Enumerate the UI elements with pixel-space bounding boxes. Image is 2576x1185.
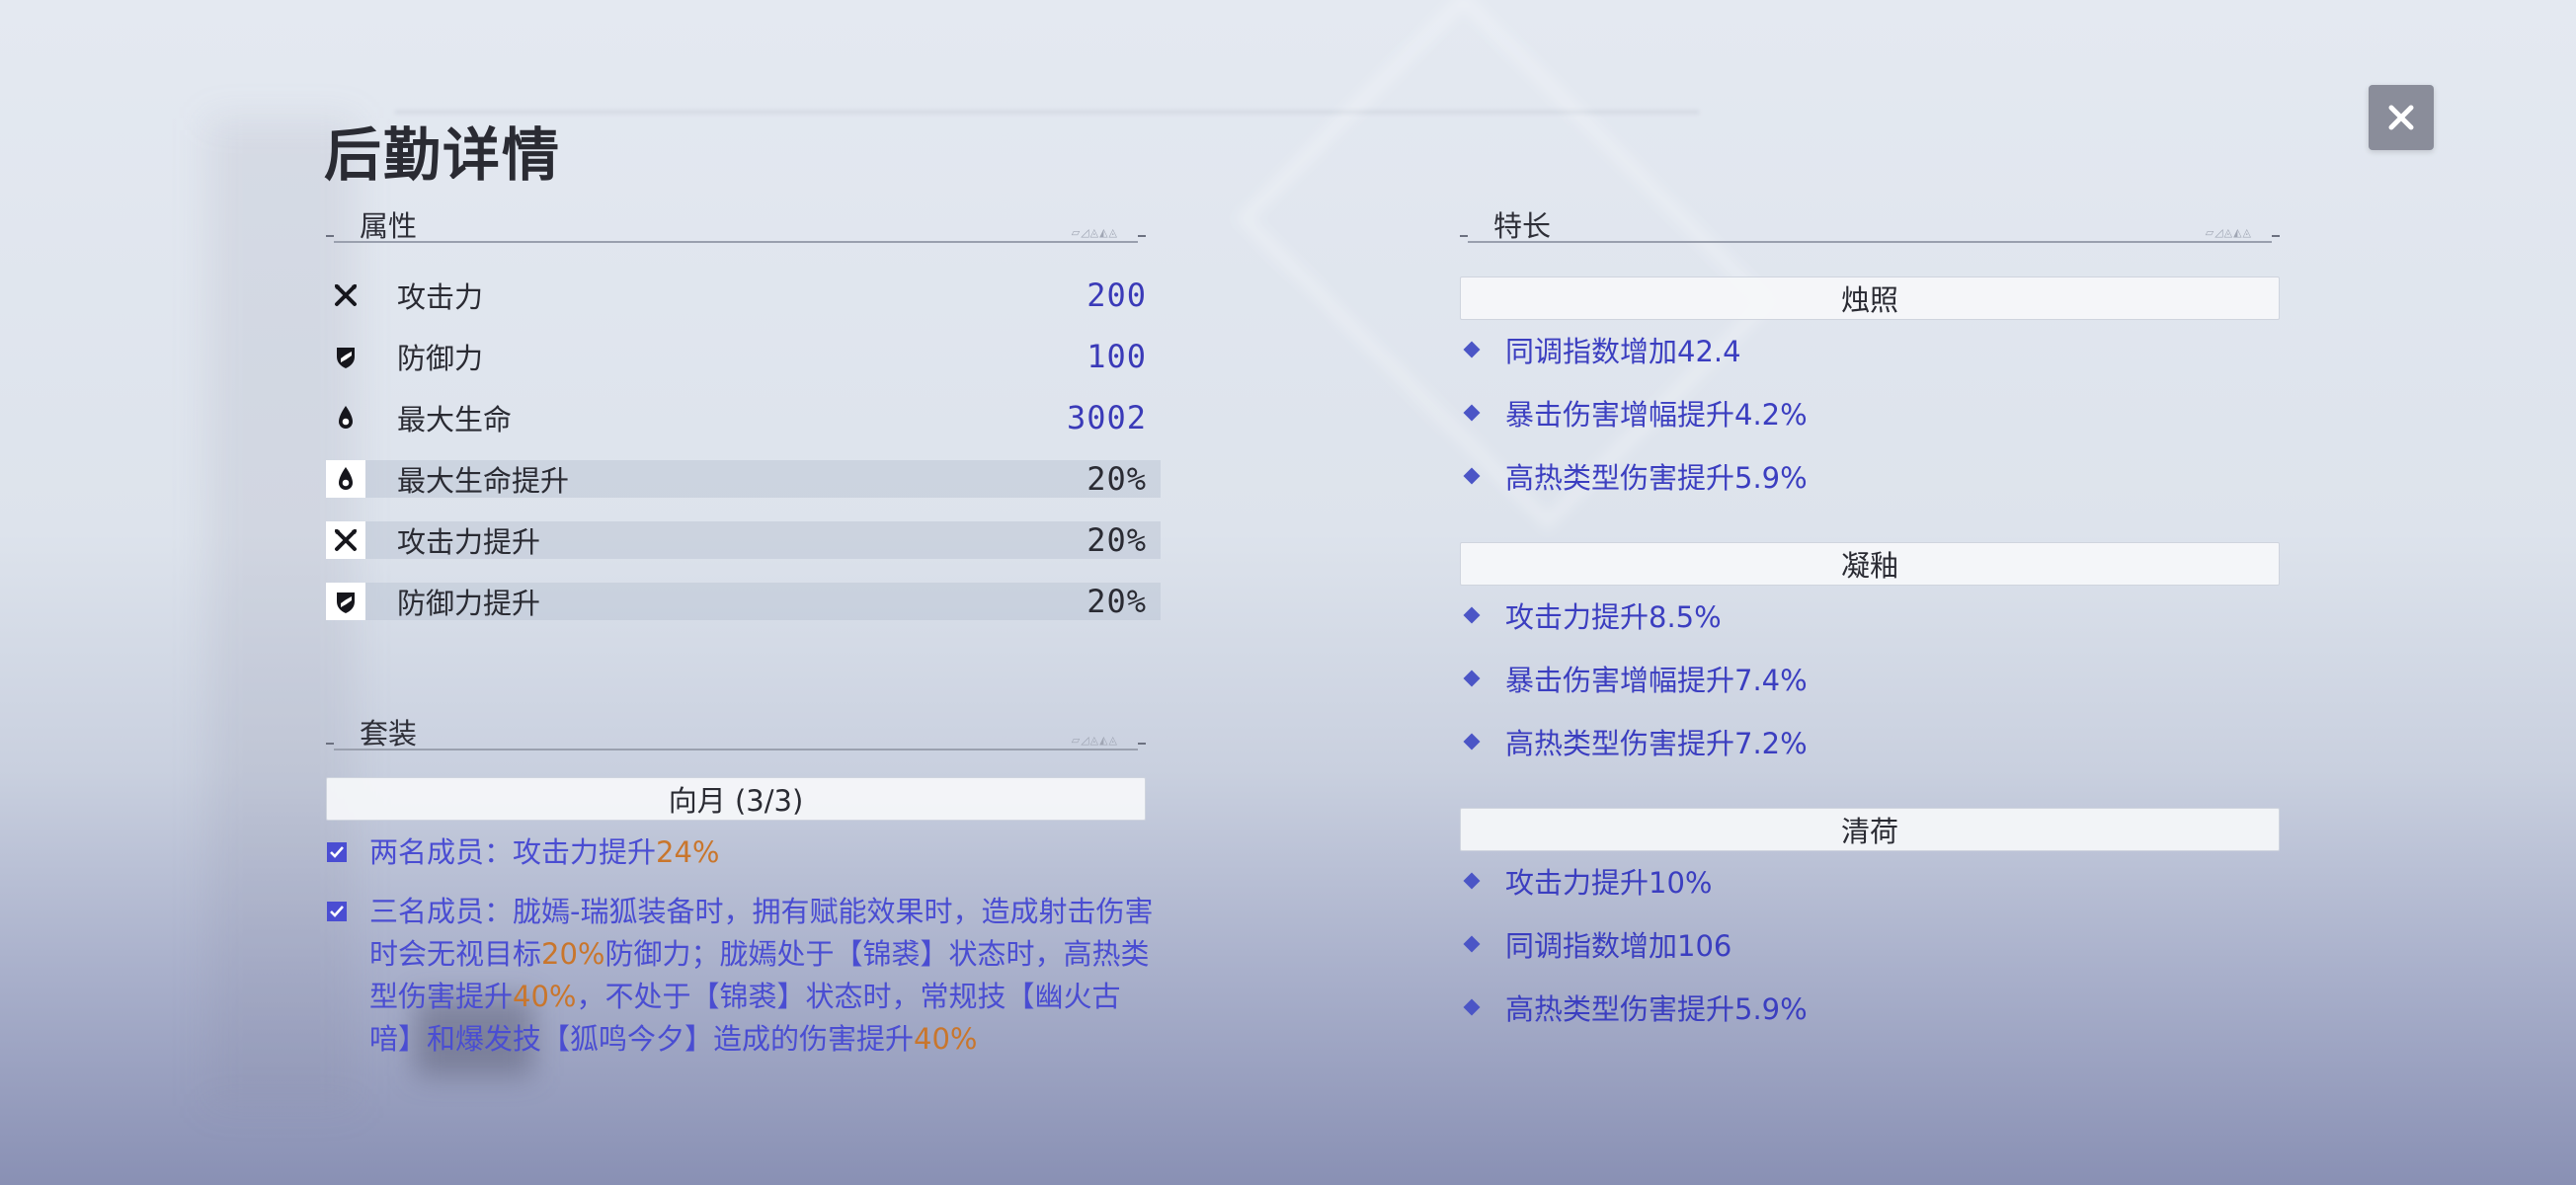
attribute-row: 防御力 100 (326, 338, 1161, 375)
attributes-section-header: 属性 ▱◿◬◭◬ (326, 203, 1146, 243)
diamond-bullet-icon (1463, 606, 1481, 624)
specialty-group-header: 凝釉 (1460, 542, 2280, 586)
section-title: 特长 (1493, 209, 1552, 243)
specialty-text: 同调指数增加106 (1505, 929, 1732, 963)
background-decoration (395, 111, 1699, 114)
specialty-group-header: 清荷 (1460, 808, 2280, 851)
attribute-name: 攻击力 (397, 280, 484, 314)
specialty-item: 高热类型伤害提升5.9% (1462, 456, 1808, 496)
header-ornament: ▱◿◬◭◬ (1071, 226, 1118, 239)
diamond-bullet-icon (1463, 341, 1481, 358)
specialty-text: 攻击力提升8.5% (1505, 600, 1722, 634)
specialty-text: 攻击力提升10% (1505, 866, 1713, 900)
attribute-value: 100 (1087, 338, 1147, 375)
specialty-item: 攻击力提升8.5% (1462, 595, 1722, 635)
attribute-name: 攻击力提升 (397, 525, 541, 559)
specialty-item: 高热类型伤害提升5.9% (1462, 988, 1808, 1027)
specialty-group-header: 烛照 (1460, 276, 2280, 320)
specialty-text: 高热类型伤害提升5.9% (1505, 461, 1808, 495)
specialty-item: 暴击伤害增幅提升7.4% (1462, 659, 1808, 698)
attribute-value: 20% (1087, 583, 1147, 620)
specialty-item: 攻击力提升10% (1462, 861, 1712, 901)
close-icon (2388, 105, 2414, 130)
set-bonus-item: 三名成员：胧嫣-瑞狐装备时，拥有赋能效果时，造成射击伤害时会无视目标20%防御力… (326, 891, 1156, 1061)
specialty-item: 同调指数增加106 (1462, 924, 1731, 964)
diamond-bullet-icon (1463, 733, 1481, 750)
attribute-name: 最大生命 (397, 403, 513, 436)
highlight-value: 40% (914, 1022, 978, 1056)
highlight-value: 24% (656, 835, 720, 869)
attribute-name: 最大生命提升 (397, 464, 570, 498)
specialty-item: 暴击伤害增幅提升4.2% (1462, 393, 1808, 433)
specialty-text: 高热类型伤害提升7.2% (1505, 727, 1808, 760)
set-bonus-text: 三名成员：胧嫣-瑞狐装备时，拥有赋能效果时，造成射击伤害时会无视目标20%防御力… (369, 891, 1156, 1061)
specialty-text: 暴击伤害增幅提升7.4% (1505, 664, 1808, 697)
page-title: 后勤详情 (324, 121, 562, 189)
attribute-value: 20% (1087, 460, 1147, 498)
shield-icon (326, 583, 365, 620)
attribute-row: 防御力提升 20% (326, 583, 1161, 620)
attribute-value: 200 (1087, 276, 1147, 314)
check-icon (326, 901, 348, 922)
specialty-text: 高热类型伤害提升5.9% (1505, 992, 1808, 1026)
diamond-bullet-icon (1463, 998, 1481, 1016)
section-title: 套装 (360, 717, 418, 750)
attribute-name: 防御力 (397, 342, 484, 375)
header-ornament: ▱◿◬◭◬ (1071, 734, 1118, 747)
specialty-text: 暴击伤害增幅提升4.2% (1505, 398, 1808, 432)
check-icon (326, 841, 348, 863)
attribute-row: 攻击力 200 (326, 276, 1161, 314)
section-title: 属性 (360, 209, 418, 243)
set-bonus-item: 两名成员：攻击力提升24% (326, 831, 1156, 874)
set-section-header: 套装 ▱◿◬◭◬ (326, 711, 1146, 750)
close-button[interactable] (2369, 85, 2434, 150)
diamond-bullet-icon (1463, 467, 1481, 485)
set-name-bar: 向月 (3/3) (326, 777, 1146, 821)
specialties-section-header: 特长 ▱◿◬◭◬ (1460, 203, 2280, 243)
crossed-swords-icon (326, 276, 365, 314)
set-bonus-text: 两名成员：攻击力提升24% (369, 831, 719, 874)
header-ornament: ▱◿◬◭◬ (2205, 226, 2252, 239)
specialty-text: 同调指数增加42.4 (1505, 335, 1741, 368)
blood-drop-icon (326, 399, 365, 436)
attribute-row: 最大生命提升 20% (326, 460, 1161, 498)
specialty-item: 高热类型伤害提升7.2% (1462, 722, 1808, 761)
attribute-name: 防御力提升 (397, 587, 541, 620)
attribute-row: 最大生命 3002 (326, 399, 1161, 436)
blood-drop-icon (326, 460, 365, 498)
diamond-bullet-icon (1463, 935, 1481, 953)
highlight-value: 40% (513, 980, 577, 1013)
attribute-value: 20% (1087, 521, 1147, 559)
set-bonus-fragment: 两名成员：攻击力提升 (369, 835, 657, 869)
background-decoration (1234, 0, 1777, 532)
specialty-item: 同调指数增加42.4 (1462, 330, 1741, 369)
attribute-value: 3002 (1066, 399, 1147, 436)
highlight-value: 20% (541, 937, 605, 971)
shield-icon (326, 338, 365, 375)
attribute-row: 攻击力提升 20% (326, 521, 1161, 559)
crossed-swords-icon (326, 521, 365, 559)
diamond-bullet-icon (1463, 670, 1481, 687)
diamond-bullet-icon (1463, 404, 1481, 422)
diamond-bullet-icon (1463, 872, 1481, 890)
